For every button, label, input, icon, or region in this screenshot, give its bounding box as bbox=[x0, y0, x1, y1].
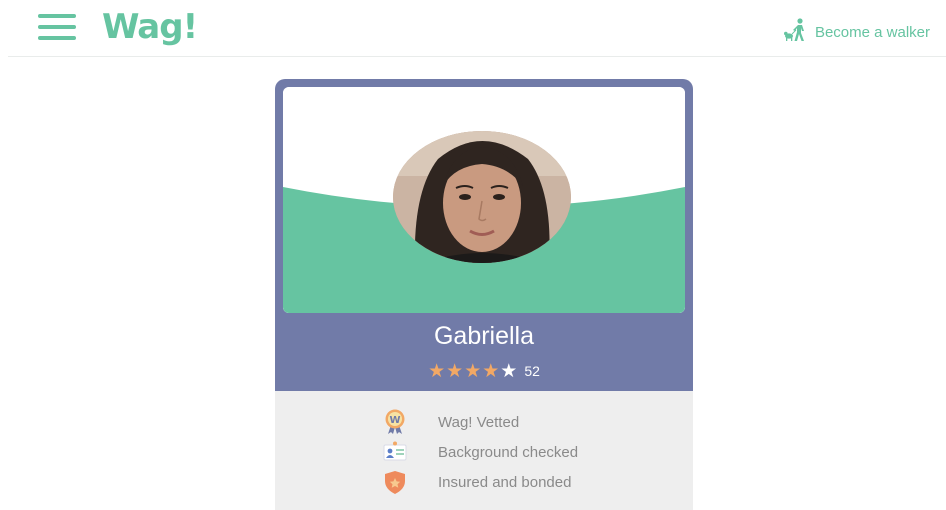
trust-badges: W Wag! Vetted Background checked Insured… bbox=[275, 391, 693, 510]
become-walker-link[interactable]: Become a walker bbox=[783, 17, 930, 47]
header-divider bbox=[8, 56, 946, 57]
walker-name: Gabriella bbox=[433, 322, 535, 350]
badge-label: Background checked bbox=[438, 443, 579, 461]
badge-wag-vetted: W Wag! Vetted bbox=[381, 408, 519, 436]
hamburger-menu-icon[interactable] bbox=[38, 14, 76, 40]
walker-profile-card: Gabriella ★ ★ ★ ★ ★ 52 W Wag! Vetted Bac… bbox=[275, 79, 693, 510]
star-icon-empty: ★ bbox=[500, 360, 518, 382]
star-icon-filled: ★ bbox=[482, 360, 500, 382]
walker-avatar bbox=[393, 131, 571, 263]
top-header: Wag! Become a walker bbox=[0, 0, 946, 56]
star-icon-filled: ★ bbox=[428, 360, 446, 382]
badge-label: Wag! Vetted bbox=[438, 413, 520, 431]
profile-hero bbox=[283, 87, 685, 313]
walker-with-dog-icon bbox=[783, 17, 809, 47]
become-walker-label: Become a walker bbox=[814, 23, 930, 41]
star-icon-filled: ★ bbox=[464, 360, 482, 382]
vetted-ribbon-icon: W bbox=[381, 408, 409, 436]
badge-label: Insured and bonded bbox=[438, 473, 572, 491]
wag-logo[interactable]: Wag! bbox=[102, 7, 198, 47]
badge-background-checked: Background checked bbox=[381, 438, 578, 466]
review-count: 52 bbox=[524, 363, 540, 379]
walker-rating: ★ ★ ★ ★ ★ 52 bbox=[275, 360, 693, 382]
id-card-icon bbox=[381, 438, 409, 466]
svg-text:W: W bbox=[389, 415, 400, 426]
star-icon-filled: ★ bbox=[446, 360, 464, 382]
badge-insured-bonded: Insured and bonded bbox=[381, 468, 571, 496]
shield-star-icon bbox=[381, 468, 409, 496]
